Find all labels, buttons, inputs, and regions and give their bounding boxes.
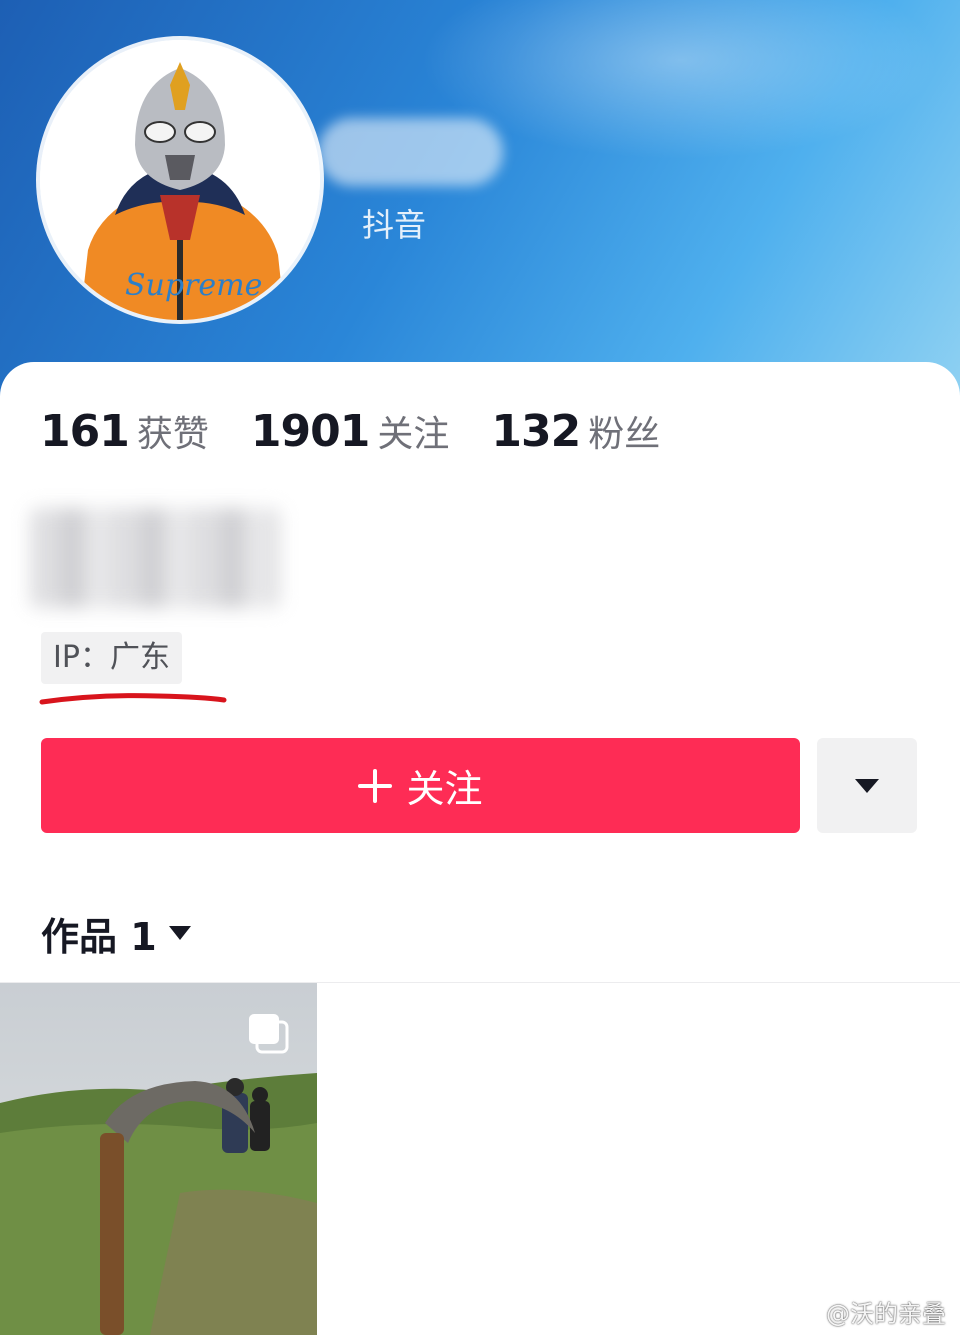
stat-likes[interactable]: 161 获赞 <box>40 405 209 457</box>
followers-count: 132 <box>491 406 581 457</box>
caret-down-icon <box>168 926 191 940</box>
follow-button-label: 关注 <box>406 767 483 811</box>
following-label: 关注 <box>377 414 450 455</box>
profile-stats: 161 获赞 1901 关注 132 粉丝 <box>40 405 702 465</box>
ip-location-tag: IP：广东 <box>41 632 182 684</box>
followers-label: 粉丝 <box>588 414 661 455</box>
avatar-illustration: Supreme <box>40 40 320 320</box>
red-underline-annotation <box>39 693 227 705</box>
username-blurred <box>318 118 503 186</box>
stat-followers[interactable]: 132 粉丝 <box>491 405 660 457</box>
avatar[interactable]: Supreme <box>40 40 320 320</box>
likes-label: 获赞 <box>136 414 209 455</box>
tab-works[interactable]: 作品 1 <box>41 905 191 961</box>
follow-button[interactable]: 关注 <box>41 738 800 833</box>
bio-blurred <box>30 508 280 608</box>
following-count: 1901 <box>250 406 370 457</box>
works-tab-label: 作品 1 <box>41 914 157 959</box>
multi-image-icon <box>249 1014 289 1054</box>
profile-page: Supreme 抖音 161 获赞 1901 关注 132 粉丝 IP：广东 关… <box>0 0 960 1335</box>
weibo-watermark: @沃的亲叠 <box>790 1294 946 1329</box>
douyin-id-label: 抖音 <box>362 206 427 244</box>
plus-icon <box>358 768 393 803</box>
caret-down-icon <box>855 778 879 793</box>
stat-following[interactable]: 1901 关注 <box>251 405 449 457</box>
weibo-icon <box>790 1300 819 1324</box>
more-options-button[interactable] <box>817 738 917 833</box>
svg-text:Supreme: Supreme <box>125 268 262 303</box>
likes-count: 161 <box>40 406 130 457</box>
watermark-text: @沃的亲叠 <box>826 1300 946 1328</box>
